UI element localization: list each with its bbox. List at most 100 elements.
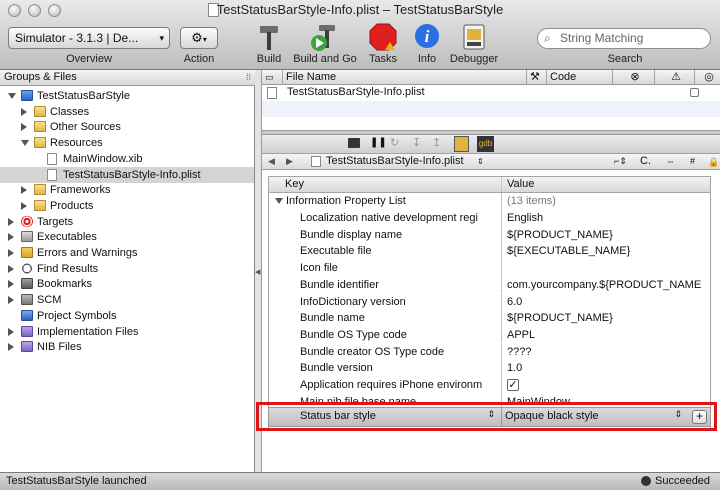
bookmark-popup-icon[interactable]: ⌐⇕ — [614, 154, 627, 169]
debugger-window-icon[interactable] — [454, 136, 469, 152]
file-list-row[interactable]: TestStatusBarStyle-Info.plist — [262, 85, 720, 101]
sidebar-item-find-results[interactable]: Find Results — [0, 261, 254, 277]
plist-value[interactable]: com.yourcompany.${PRODUCT_NAME — [503, 277, 710, 294]
disclosure-triangle-icon[interactable] — [8, 280, 14, 289]
sidebar-item-executables[interactable]: Executables — [0, 229, 254, 245]
disclosure-triangle-icon[interactable] — [275, 198, 283, 204]
disclosure-triangle-icon[interactable] — [21, 201, 27, 210]
plist-row[interactable]: Bundle name ${PRODUCT_NAME} — [269, 310, 710, 327]
plist-row[interactable]: Bundle display name ${PRODUCT_NAME} — [269, 226, 710, 244]
sidebar-item-errors-and-warnings[interactable]: Errors and Warnings — [0, 245, 254, 261]
plist-row[interactable]: Localization native development regi Engl… — [269, 210, 710, 227]
sidebar-item-teststatusbarstyle[interactable]: TestStatusBarStyle — [0, 88, 254, 104]
plist-key-cell[interactable]: Executable file — [269, 243, 502, 260]
plist-key-cell[interactable]: Bundle creator OS Type code — [269, 343, 502, 361]
popup-arrows-icon[interactable]: ⇕ — [477, 154, 484, 169]
plist-row[interactable]: Application requires iPhone environm ✓ — [269, 377, 710, 394]
errors-column[interactable]: ⊗ — [612, 70, 654, 85]
plist-value[interactable]: 6.0 — [503, 294, 710, 311]
step-over-icon[interactable]: ↻ — [390, 136, 399, 149]
build-column[interactable]: ⚒ — [526, 70, 546, 85]
file-name-column[interactable]: File Name — [282, 70, 526, 85]
sidebar-item-teststatusbarstyle-info-plist[interactable]: TestStatusBarStyle-Info.plist — [0, 166, 254, 183]
file-type-column[interactable]: ▭ — [262, 70, 282, 85]
pause-icon[interactable]: ❚❚ — [370, 137, 387, 148]
sidebar-item-other-sources[interactable]: Other Sources — [0, 119, 254, 135]
back-arrow-icon[interactable]: ◀ — [268, 154, 275, 169]
counterparts-icon[interactable]: ⇔ — [666, 154, 675, 169]
breakpoints-icon[interactable] — [348, 138, 360, 148]
plist-value-checkbox[interactable]: ✓ — [507, 379, 519, 391]
lock-icon[interactable]: 🔒 — [708, 155, 719, 170]
disclosure-triangle-icon[interactable] — [21, 107, 27, 116]
tasks-button[interactable] — [368, 22, 398, 52]
plist-row[interactable]: Bundle identifier com.yourcompany.${PRODU… — [269, 276, 710, 294]
plist-key-cell[interactable]: Bundle display name — [269, 226, 502, 244]
plist-value[interactable]: APPL — [503, 327, 710, 344]
disclosure-triangle-icon[interactable] — [8, 93, 16, 99]
sidebar-item-products[interactable]: Products — [0, 198, 254, 214]
action-button[interactable]: ⚙▾ — [180, 27, 218, 49]
info-button[interactable]: i — [412, 22, 442, 52]
resize-handle-icon[interactable]: ⁞⁞ — [246, 70, 251, 85]
sidebar-item-nib-files[interactable]: NIB Files — [0, 339, 254, 355]
plist-value[interactable] — [503, 260, 710, 277]
plist-key-cell[interactable]: Bundle version — [269, 360, 502, 377]
plist-key-cell[interactable]: Bundle identifier — [269, 276, 502, 294]
disclosure-triangle-icon[interactable] — [8, 296, 14, 305]
plist-key-cell[interactable]: Bundle name — [269, 310, 502, 327]
plist-value[interactable]: 1.0 — [503, 360, 710, 377]
sidebar-item-mainwindow-xib[interactable]: MainWindow.xib — [0, 151, 254, 167]
plist-key-cell[interactable]: Application requires iPhone environm — [269, 377, 502, 394]
plist-key-cell[interactable]: Bundle OS Type code — [269, 326, 502, 344]
plist-row[interactable]: Bundle version 1.0 — [269, 360, 710, 377]
disclosure-triangle-icon[interactable] — [8, 233, 14, 242]
disclosure-triangle-icon[interactable] — [8, 249, 14, 257]
warnings-column[interactable]: ⚠ — [654, 70, 694, 85]
forward-arrow-icon[interactable]: ▶ — [286, 154, 293, 169]
splitter-arrow-icon[interactable]: ◀ — [255, 268, 261, 276]
plist-key-cell[interactable]: InfoDictionary version — [269, 293, 502, 311]
disclosure-triangle-icon[interactable] — [8, 217, 14, 226]
sidebar-item-project-symbols[interactable]: Project Symbols — [0, 308, 254, 324]
overview-popup[interactable]: Simulator - 3.1.3 | De... ▾ — [8, 27, 170, 49]
plist-row[interactable]: Executable file ${EXECUTABLE_NAME} — [269, 243, 710, 260]
disclosure-triangle-icon[interactable] — [8, 343, 14, 352]
disclosure-triangle-icon[interactable] — [8, 327, 14, 336]
disclosure-triangle-icon[interactable] — [21, 140, 29, 147]
sidebar-item-scm[interactable]: SCM — [0, 292, 254, 308]
plist-value[interactable]: ???? — [503, 344, 710, 361]
plist-row[interactable]: Bundle OS Type code APPL — [269, 326, 710, 344]
plist-value-checkbox-cell[interactable]: ✓ — [503, 377, 710, 394]
include-icon[interactable]: # — [690, 154, 695, 169]
plist-root-row[interactable]: Information Property List (13 items) — [269, 193, 710, 210]
value-column-header[interactable]: Value — [503, 177, 710, 192]
build-button[interactable] — [254, 22, 284, 52]
plist-key-cell[interactable]: Icon file — [269, 260, 502, 277]
console-icon[interactable]: gdb — [477, 136, 494, 152]
sidebar-item-classes[interactable]: Classes — [0, 104, 254, 120]
search-field[interactable]: ⌕ String Matching — [537, 28, 711, 49]
plist-value[interactable]: ${PRODUCT_NAME} — [503, 227, 710, 244]
editor-file-popup[interactable]: TestStatusBarStyle-Info.plist — [326, 154, 464, 169]
symbol-popup[interactable]: C. — [640, 154, 651, 169]
sidebar-item-frameworks[interactable]: Frameworks — [0, 182, 254, 198]
disclosure-triangle-icon[interactable] — [21, 186, 27, 195]
plist-row[interactable]: InfoDictionary version 6.0 — [269, 293, 710, 311]
step-out-icon[interactable]: ↥ — [432, 136, 441, 149]
plist-value[interactable]: ${EXECUTABLE_NAME} — [503, 243, 710, 260]
target-column[interactable]: ◎ — [694, 70, 720, 85]
sidebar-item-implementation-files[interactable]: Implementation Files — [0, 324, 254, 340]
code-column[interactable]: Code — [546, 70, 612, 85]
plist-value[interactable]: English — [503, 210, 710, 227]
plist-value[interactable]: ${PRODUCT_NAME} — [503, 310, 710, 327]
debugger-button[interactable] — [459, 22, 489, 52]
step-in-icon[interactable]: ↧ — [412, 136, 421, 149]
sidebar-item-targets[interactable]: Targets — [0, 214, 254, 230]
disclosure-triangle-icon[interactable] — [8, 264, 14, 273]
sidebar-item-bookmarks[interactable]: Bookmarks — [0, 276, 254, 292]
build-and-go-button[interactable] — [309, 22, 339, 52]
target-checkbox[interactable] — [690, 88, 699, 97]
plist-row[interactable]: Icon file — [269, 260, 710, 277]
plist-row[interactable]: Bundle creator OS Type code???? — [269, 343, 710, 361]
